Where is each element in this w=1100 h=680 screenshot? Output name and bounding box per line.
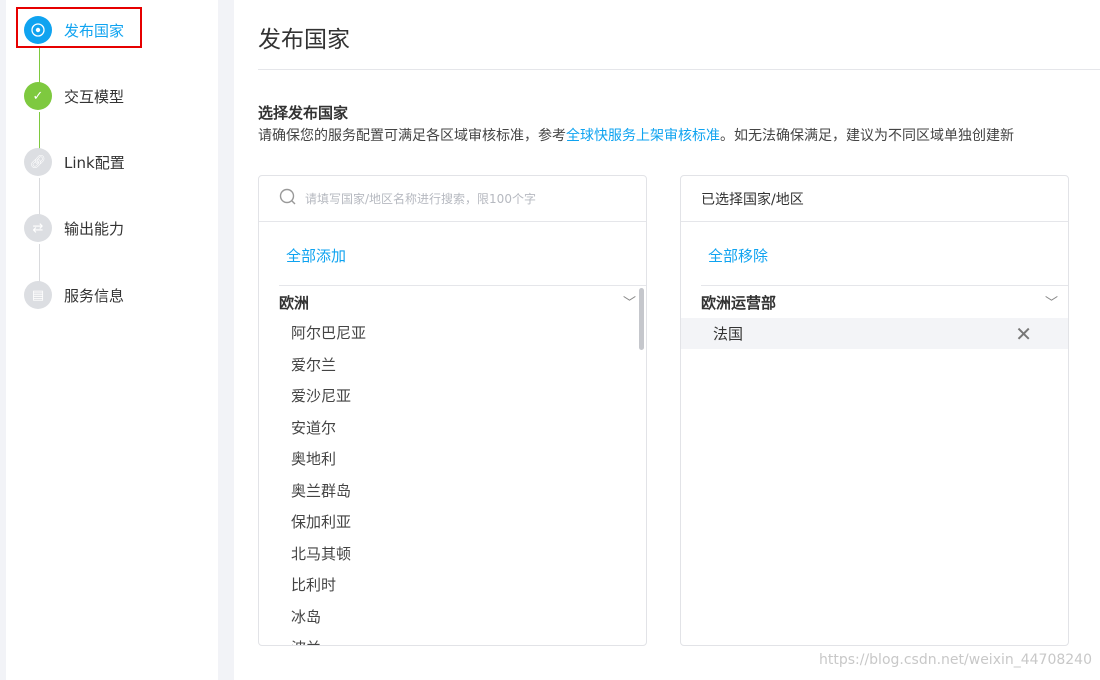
main-panel: 发布国家 选择发布国家 请确保您的服务配置可满足各区域审核标准，参考全球快服务上… <box>234 0 1100 680</box>
step-service-info[interactable]: ▤ 服务信息 <box>24 280 124 310</box>
close-icon[interactable]: ✕ <box>1015 322 1032 346</box>
country-list: 阿尔巴尼亚 爱尔兰 爱沙尼亚 安道尔 奥地利 奥兰群岛 保加利亚 北马其顿 比利… <box>259 318 646 646</box>
chevron-down-icon[interactable]: ﹀ <box>623 292 636 313</box>
list-item[interactable]: 奥兰群岛 <box>259 476 646 508</box>
group-label: 欧洲运营部 <box>701 292 776 313</box>
divider <box>279 285 646 286</box>
selected-countries-panel: 已选择国家/地区 全部移除 欧洲运营部 ﹀ 法国 ✕ <box>680 175 1069 646</box>
list-item[interactable]: 奥地利 <box>259 444 646 476</box>
check-icon: ✓ <box>24 82 52 110</box>
list-item[interactable]: 安道尔 <box>259 413 646 445</box>
highlight-box <box>16 7 142 48</box>
divider <box>701 285 1068 286</box>
group-europe[interactable]: 欧洲 ﹀ <box>279 292 636 313</box>
step-link-config[interactable]: 🔗︎ Link配置 <box>24 147 125 177</box>
step-label: 输出能力 <box>64 218 124 239</box>
divider <box>258 69 1100 70</box>
selected-item: 法国 ✕ <box>681 318 1068 349</box>
search-icon <box>279 188 297 210</box>
desc-text: 请确保您的服务配置可满足各区域审核标准，参考 <box>258 128 566 144</box>
list-item[interactable]: 爱沙尼亚 <box>259 381 646 413</box>
step-connector <box>39 46 40 84</box>
link-icon: 🔗︎ <box>24 148 52 176</box>
selected-label: 法国 <box>713 323 743 344</box>
shuffle-icon: ⇄ <box>24 214 52 242</box>
list-item[interactable]: 比利时 <box>259 570 646 602</box>
section-title: 选择发布国家 <box>258 102 348 123</box>
list-item[interactable]: 冰岛 <box>259 602 646 634</box>
chevron-down-icon[interactable]: ﹀ <box>1045 292 1058 313</box>
review-standard-link[interactable]: 全球快服务上架审核标准 <box>566 128 720 144</box>
group-label: 欧洲 <box>279 292 309 313</box>
search-placeholder: 请填写国家/地区名称进行搜索，限100个字 <box>305 190 536 207</box>
step-connector <box>39 178 40 216</box>
group-europe-ops[interactable]: 欧洲运营部 ﹀ <box>701 292 1058 313</box>
scrollbar[interactable] <box>639 288 644 350</box>
list-item[interactable]: 波兰 <box>259 633 646 646</box>
document-icon: ▤ <box>24 281 52 309</box>
page-title: 发布国家 <box>258 20 350 54</box>
available-countries-panel: 请填写国家/地区名称进行搜索，限100个字 全部添加 欧洲 ﹀ 阿尔巴尼亚 爱尔兰… <box>258 175 647 646</box>
add-all-button[interactable]: 全部添加 <box>286 245 346 266</box>
step-sidebar: 发布国家 ✓ 交互模型 🔗︎ Link配置 ⇄ 输出能力 ▤ 服务信息 <box>6 0 218 680</box>
step-label: 服务信息 <box>64 285 124 306</box>
remove-all-button[interactable]: 全部移除 <box>708 245 768 266</box>
selected-header: 已选择国家/地区 <box>681 176 1068 222</box>
list-item[interactable]: 北马其顿 <box>259 539 646 571</box>
step-interaction-model[interactable]: ✓ 交互模型 <box>24 81 124 111</box>
step-label: 交互模型 <box>64 86 124 107</box>
step-connector <box>39 112 40 150</box>
watermark: https://blog.csdn.net/weixin_44708240 <box>819 652 1092 668</box>
step-label: Link配置 <box>64 152 125 173</box>
desc-text: 。如无法确保满足，建议为不同区域单独创建新 <box>720 128 1014 144</box>
step-connector <box>39 244 40 282</box>
search-input[interactable]: 请填写国家/地区名称进行搜索，限100个字 <box>259 176 646 222</box>
step-output[interactable]: ⇄ 输出能力 <box>24 213 124 243</box>
description: 请确保您的服务配置可满足各区域审核标准，参考全球快服务上架审核标准。如无法确保满… <box>258 125 1014 145</box>
list-item[interactable]: 阿尔巴尼亚 <box>259 318 646 350</box>
list-item[interactable]: 保加利亚 <box>259 507 646 539</box>
list-item[interactable]: 爱尔兰 <box>259 350 646 382</box>
